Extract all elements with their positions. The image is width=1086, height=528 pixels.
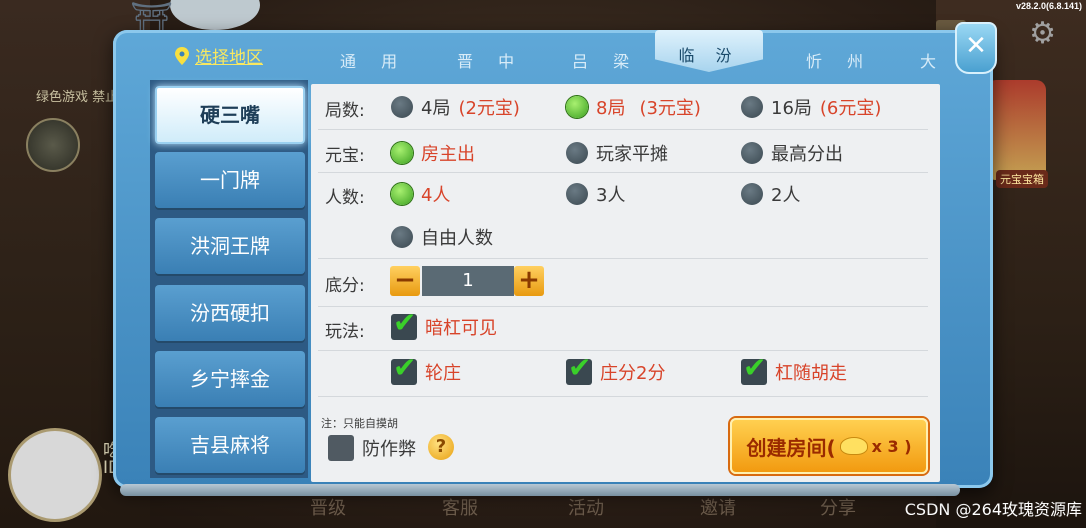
option-text: 房主出	[421, 144, 475, 165]
option-text: 16局	[771, 98, 812, 119]
checkbox-unchecked-icon	[328, 435, 354, 461]
option-text: 轮庄	[425, 363, 461, 384]
bottom-menu-item[interactable]: 晋级	[310, 494, 346, 520]
tab-general[interactable]: 通 用	[340, 48, 407, 72]
gear-icon[interactable]: ⚙	[1029, 16, 1056, 51]
checkbox-checked-icon: ✔	[391, 306, 417, 340]
option-text: 自由人数	[421, 228, 493, 249]
divider	[318, 172, 928, 173]
tab-lvliang[interactable]: 吕 梁	[572, 48, 639, 72]
base-score-label: 底分:	[325, 276, 365, 296]
watermark: CSDN @264玫瑰资源库	[904, 500, 1082, 519]
radio-icon	[741, 183, 763, 205]
sidebar-item-jixianmajiang[interactable]: 吉县麻将	[155, 417, 305, 473]
radio-icon	[566, 142, 588, 164]
players-option-3[interactable]: 3人	[566, 181, 625, 207]
option-text: 庄分2分	[600, 363, 666, 384]
radio-icon	[391, 96, 413, 118]
option-cost: (6元宝)	[819, 98, 882, 119]
rounds-option-16[interactable]: 16局 (6元宝)	[741, 94, 881, 120]
option-text: 杠随胡走	[775, 363, 847, 384]
payment-option-winner[interactable]: 最高分出	[741, 140, 843, 166]
sidebar-item-yingsanzui[interactable]: 硬三嘴	[155, 86, 305, 144]
base-score-value[interactable]: 1	[422, 266, 514, 296]
sidebar-item-fenxiyingkou[interactable]: 汾西硬扣	[155, 285, 305, 341]
radio-icon	[741, 96, 763, 118]
players-option-4[interactable]: 4人	[391, 181, 450, 207]
rules-label: 玩法:	[325, 322, 365, 342]
radio-icon	[566, 183, 588, 205]
payment-label: 元宝:	[325, 146, 365, 166]
sidebar-item-xiangningshuaijin[interactable]: 乡宁摔金	[155, 351, 305, 407]
location-pin-icon	[175, 46, 189, 65]
checkbox-checked-icon: ✔	[741, 351, 767, 385]
rule-option-lunzhuang[interactable]: ✔ 轮庄	[391, 351, 461, 385]
option-text: 8局	[596, 98, 626, 119]
rounds-option-4[interactable]: 4局 (2元宝)	[391, 94, 520, 120]
create-room-label: 创建房间(	[746, 435, 836, 460]
option-text: 3人	[596, 185, 626, 206]
option-text: 2人	[771, 185, 801, 206]
radio-selected-icon	[391, 183, 413, 205]
rounds-option-8[interactable]: 8局 (3元宝)	[566, 94, 701, 120]
checkbox-checked-icon: ✔	[391, 351, 417, 385]
version-label: v28.2.0(6.8.141)	[1015, 1, 1082, 11]
bottom-menu-item[interactable]: 邀请	[700, 494, 736, 520]
tab-linfen-label: 临 汾	[678, 46, 740, 65]
option-text: 玩家平摊	[596, 144, 668, 165]
option-cost: (3元宝)	[639, 98, 701, 119]
region-select[interactable]: 选择地区	[175, 43, 263, 68]
dialog-bottom-scroll	[120, 484, 960, 496]
checkbox-checked-icon: ✔	[566, 351, 592, 385]
rule-note: 注：只能自摸胡	[321, 417, 398, 430]
create-room-button[interactable]: 创建房间( x 3 )	[730, 418, 928, 474]
bottom-menu-item[interactable]: 分享	[820, 494, 856, 520]
anti-cheat-toggle[interactable]: 防作弊	[328, 435, 416, 461]
radio-selected-icon	[566, 96, 588, 118]
ingot-icon	[839, 437, 868, 455]
fortune-god-icon[interactable]	[986, 80, 1046, 180]
sidebar-item-hongdongwangpai[interactable]: 洪洞王牌	[155, 218, 305, 274]
option-cost: (2元宝)	[458, 98, 520, 119]
treasure-chest-label: 元宝宝箱	[996, 170, 1048, 188]
divider	[318, 129, 928, 130]
stamp-button[interactable]	[26, 118, 80, 172]
radio-icon	[391, 226, 413, 248]
payment-option-host[interactable]: 房主出	[391, 140, 475, 166]
stepper-plus-button[interactable]: +	[514, 266, 544, 296]
create-room-cost: x 3 )	[871, 436, 912, 456]
background-notice: 绿色游戏 禁止	[36, 90, 119, 105]
radio-icon	[741, 142, 763, 164]
rule-option-zhuangfen[interactable]: ✔ 庄分2分	[566, 351, 666, 385]
tab-jinzhong[interactable]: 晋 中	[457, 48, 524, 72]
divider	[318, 258, 928, 259]
players-option-2[interactable]: 2人	[741, 181, 800, 207]
tab-datong[interactable]: 大	[920, 48, 946, 72]
rule-option-angang[interactable]: ✔ 暗杠可见	[391, 306, 497, 340]
rounds-label: 局数:	[325, 101, 365, 121]
radio-selected-icon	[391, 142, 413, 164]
moon-decoration	[170, 0, 260, 30]
help-icon[interactable]: ?	[428, 434, 454, 460]
close-button[interactable]: ✕	[955, 22, 997, 74]
tab-xinzhou[interactable]: 忻 州	[806, 48, 873, 72]
sidebar-item-yimenpai[interactable]: 一门牌	[155, 152, 305, 208]
divider	[318, 396, 928, 397]
players-option-free[interactable]: 自由人数	[391, 224, 493, 250]
stepper-minus-button[interactable]: −	[390, 266, 420, 296]
anti-cheat-label: 防作弊	[362, 439, 416, 460]
option-text: 暗杠可见	[425, 318, 497, 339]
option-text: 最高分出	[771, 144, 843, 165]
players-label: 人数:	[325, 188, 365, 208]
bottom-menu-item[interactable]: 活动	[568, 494, 604, 520]
bottom-menu-item[interactable]: 客服	[442, 494, 478, 520]
option-text: 4人	[421, 185, 451, 206]
payment-option-split[interactable]: 玩家平摊	[566, 140, 668, 166]
region-label: 选择地区	[195, 48, 263, 68]
option-text: 4局	[421, 98, 451, 119]
avatar[interactable]	[8, 428, 102, 522]
rule-option-gangsuihuzou[interactable]: ✔ 杠随胡走	[741, 351, 847, 385]
